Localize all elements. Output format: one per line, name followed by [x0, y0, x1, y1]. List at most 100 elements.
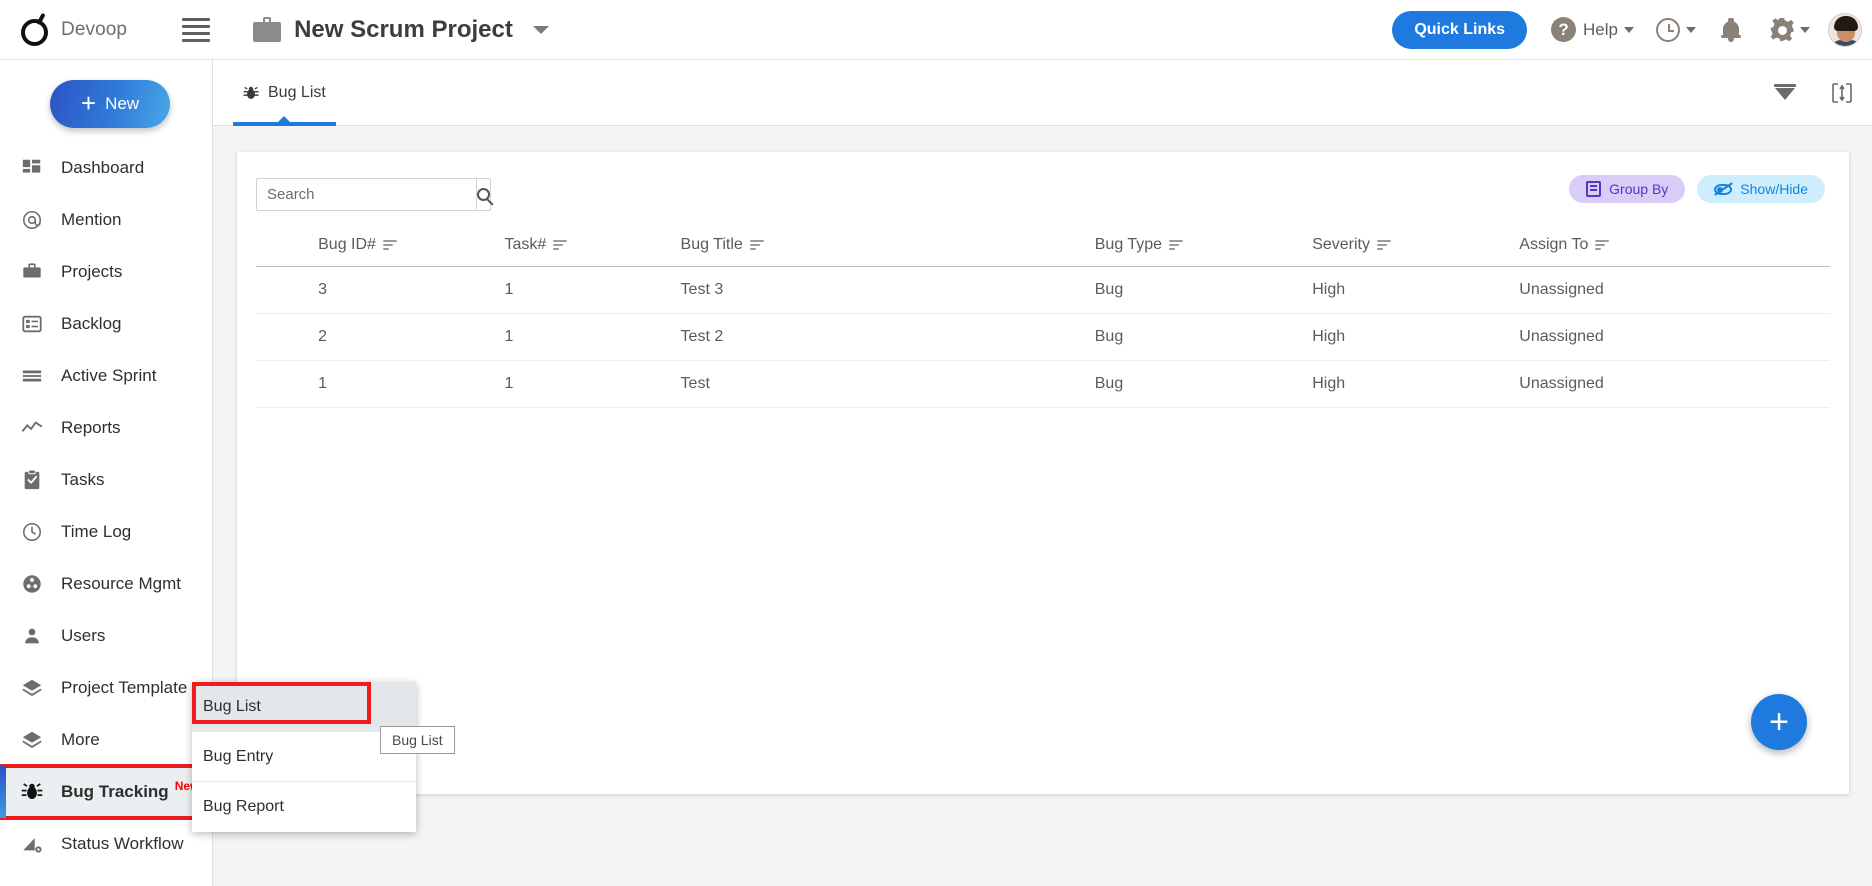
sidebar-item-backlog[interactable]: Backlog	[0, 298, 213, 350]
cell-bug-id[interactable]: 3	[318, 266, 505, 314]
column-header-severity[interactable]: Severity	[1312, 236, 1520, 267]
question-circle-icon: ?	[1551, 17, 1577, 42]
cell-bug-title[interactable]: Test 3	[680, 266, 1095, 314]
search-button[interactable]	[476, 178, 491, 211]
eye-slash-icon	[1714, 181, 1734, 196]
sort-icon[interactable]	[749, 240, 764, 250]
clock-icon	[1656, 17, 1680, 42]
sidebar-item-more[interactable]: More	[0, 714, 213, 766]
sidebar-item-label: Project Template	[61, 678, 188, 697]
cell-task[interactable]: 1	[504, 313, 681, 361]
column-header-label: Bug ID#	[318, 236, 376, 253]
sidebar-item-projects[interactable]: Projects	[0, 246, 213, 298]
column-header-bug-title[interactable]: Bug Title	[680, 236, 1095, 267]
cell-bug-id[interactable]: 1	[318, 360, 505, 408]
tab-bug-list[interactable]: Bug List	[231, 60, 338, 126]
sort-icon[interactable]	[1377, 240, 1391, 250]
cell-bug-type: Bug	[1094, 266, 1313, 314]
sidebar-item-time-log[interactable]: Time Log	[0, 506, 213, 558]
sidebar-item-label: Resource Mgmt	[61, 574, 181, 593]
sidebar-nav: Dashboard Mention Projects Backlog Active Sp…	[0, 142, 215, 870]
chevron-down-icon	[1624, 26, 1634, 33]
submenu-tooltip: Bug List	[380, 726, 455, 754]
sidebar-item-bug-tracking[interactable]: Bug Tracking New	[0, 764, 215, 820]
column-header-bug-type[interactable]: Bug Type	[1094, 236, 1313, 267]
column-header-task-[interactable]: Task#	[504, 236, 681, 267]
submenu-item-label: Bug List	[203, 697, 261, 715]
row-spacer	[256, 266, 319, 314]
backlog-icon	[20, 312, 44, 336]
dashboard-icon	[20, 156, 44, 180]
help-menu[interactable]: ? Help	[1551, 17, 1634, 42]
time-tracker-menu[interactable]	[1656, 17, 1696, 42]
table-row[interactable]: 1 1 Test Bug High Unassigned	[256, 360, 1830, 408]
sidebar-item-reports[interactable]: Reports	[0, 402, 213, 454]
clock-icon	[20, 520, 44, 544]
settings-menu[interactable]	[1770, 17, 1810, 42]
project-selector[interactable]: New Scrum Project	[253, 16, 549, 44]
column-header-label: Assign To	[1519, 236, 1589, 253]
column-header-label: Bug Type	[1094, 236, 1163, 253]
sort-icon[interactable]	[1169, 240, 1184, 250]
avatar[interactable]	[1828, 12, 1862, 47]
quick-links-button[interactable]: Quick Links	[1392, 10, 1528, 49]
column-header-label: Bug Title	[680, 236, 743, 253]
sort-icon[interactable]	[382, 240, 397, 250]
chevron-down-icon	[1800, 26, 1810, 33]
table-row[interactable]: 2 1 Test 2 Bug High Unassigned	[256, 313, 1830, 361]
sidebar-item-tasks[interactable]: Tasks	[0, 454, 213, 506]
bug-icon	[20, 780, 44, 804]
chevron-down-icon	[1686, 26, 1696, 33]
table-header-row: Bug ID# Task# Bug Title Bug Type Severity Ass…	[256, 236, 1830, 267]
group-by-icon	[1586, 181, 1602, 197]
workflow-icon	[20, 832, 44, 856]
new-button[interactable]: + New	[50, 80, 170, 128]
search-input[interactable]	[256, 178, 476, 211]
group-by-button[interactable]: Group By	[1569, 175, 1686, 203]
column-header-assign-to[interactable]: Assign To	[1519, 236, 1830, 267]
submenu-item-label: Bug Report	[203, 798, 284, 815]
cell-bug-type: Bug	[1094, 313, 1313, 361]
cell-severity: High	[1312, 360, 1520, 408]
layers-icon	[20, 728, 44, 752]
sprint-icon	[20, 364, 44, 388]
show-hide-button[interactable]: Show/Hide	[1697, 175, 1825, 203]
filter-funnel-icon[interactable]	[1774, 82, 1796, 104]
cell-task[interactable]: 1	[504, 360, 681, 408]
cell-assign-to: Unassigned	[1519, 266, 1830, 314]
briefcase-icon	[20, 260, 44, 284]
sidebar-item-users[interactable]: Users	[0, 610, 213, 662]
submenu-item-bug-report[interactable]: Bug Report	[192, 782, 416, 832]
column-header-bug-id-[interactable]: Bug ID#	[318, 236, 505, 267]
sidebar-item-label: Active Sprint	[61, 366, 157, 385]
chevron-down-icon[interactable]	[532, 25, 549, 34]
sidebar: + New Dashboard Mention Projects Backlog Act…	[0, 60, 215, 886]
sidebar-item-active-sprint[interactable]: Active Sprint	[0, 350, 213, 402]
table-row[interactable]: 3 1 Test 3 Bug High Unassigned	[256, 266, 1830, 314]
sidebar-item-resource-mgmt[interactable]: Resource Mgmt	[0, 558, 213, 610]
sort-icon[interactable]	[553, 240, 568, 250]
group-by-label: Group By	[1609, 181, 1669, 197]
sidebar-item-mention[interactable]: Mention	[0, 194, 213, 246]
expand-rows-icon[interactable]	[1830, 81, 1854, 105]
sidebar-item-label: Bug Tracking	[61, 782, 169, 801]
cell-task[interactable]: 1	[504, 266, 681, 314]
sort-icon[interactable]	[1595, 240, 1610, 250]
sidebar-item-project-template[interactable]: Project Template	[0, 662, 213, 714]
brand[interactable]: Devoop	[18, 12, 127, 47]
hamburger-icon[interactable]	[182, 17, 211, 42]
sidebar-item-dashboard[interactable]: Dashboard	[0, 142, 213, 194]
sidebar-item-status-workflow[interactable]: Status Workflow	[0, 818, 213, 870]
user-icon	[20, 624, 44, 648]
app-root: Devoop New Scrum Project Quick Links ? H…	[0, 0, 1872, 886]
add-bug-fab[interactable]: +	[1751, 694, 1807, 750]
cell-bug-title[interactable]: Test	[680, 360, 1095, 408]
cell-bug-id[interactable]: 2	[318, 313, 505, 361]
bell-icon[interactable]	[1720, 17, 1742, 42]
cell-severity: High	[1312, 313, 1520, 361]
sidebar-item-label: Users	[61, 626, 106, 645]
at-icon	[20, 208, 44, 232]
submenu-item-bug-list[interactable]: Bug List	[192, 682, 416, 732]
help-label: Help	[1583, 19, 1618, 39]
cell-bug-title[interactable]: Test 2	[680, 313, 1095, 361]
